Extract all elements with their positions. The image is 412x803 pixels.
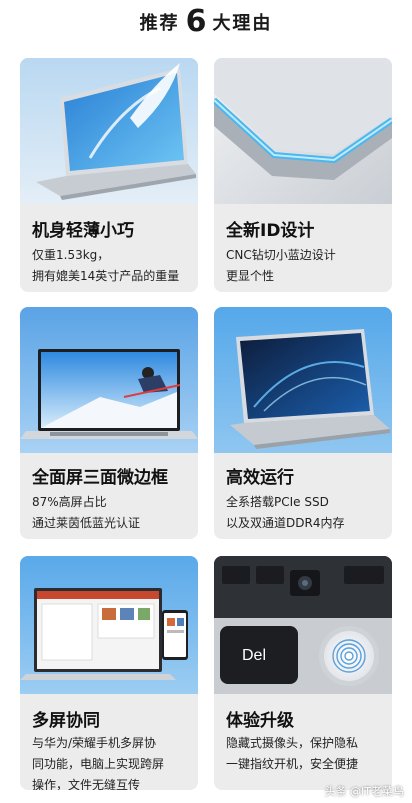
card-line: 操作，文件无缝互传 [32, 778, 141, 790]
card-title: 多屏协同 [32, 711, 100, 731]
card-line: 以及双通道DDR4内存 [226, 516, 345, 530]
card-line: 隐藏式摄像头，保护隐私 [226, 736, 359, 750]
keyboard-fingerprint-image: Del [214, 556, 392, 694]
card-line: 仅重1.53kg， [32, 248, 110, 262]
watermark: 头条 @IT老菜鸟 [324, 785, 404, 798]
page-header: 推荐 6 大理由 [0, 0, 412, 44]
blue-edge-image [214, 58, 392, 204]
card-line: CNC钻切小蓝边设计 [226, 248, 336, 262]
card-line: 更显个性 [226, 269, 275, 283]
card-line: 拥有媲美14英寸产品的重量 [32, 269, 180, 283]
card-title: 体验升级 [226, 711, 294, 731]
card-title: 全面屏三面微边框 [32, 468, 168, 488]
feature-card-id-design: 全新ID设计 CNC钻切小蓝边设计 更显个性 [214, 58, 392, 292]
laptop-feather-image [20, 58, 198, 204]
card-title: 机身轻薄小巧 [32, 221, 134, 241]
feature-card-lightweight: 机身轻薄小巧 仅重1.53kg， 拥有媲美14英寸产品的重量 [20, 58, 198, 292]
del-key-label: Del [242, 647, 266, 664]
header-number: 6 [185, 4, 207, 39]
feature-card-performance: 高效运行 全系搭载PCIe SSD 以及双通道DDR4内存 [214, 307, 392, 539]
card-line: 87%高屏占比 [32, 495, 107, 509]
card-line: 同功能，电脑上实现跨屏 [32, 757, 165, 771]
card-title: 高效运行 [226, 468, 294, 488]
feature-card-experience: Del 体验升级 隐藏式摄像头，保护隐私 一键指纹开机，安全便捷 [214, 556, 392, 790]
feature-card-fullscreen: 全面屏三面微边框 87%高屏占比 通过莱茵低蓝光认证 [20, 307, 198, 539]
header-suffix: 大理由 [212, 13, 273, 34]
card-line: 与华为/荣耀手机多屏协 [32, 736, 157, 750]
card-title: 全新ID设计 [226, 221, 315, 241]
feature-card-multiscreen: 多屏协同 与华为/荣耀手机多屏协 同功能，电脑上实现跨屏 操作，文件无缝互传 [20, 556, 198, 790]
laptop-wave-image [214, 307, 392, 453]
laptop-skier-image [20, 307, 198, 453]
card-line: 一键指纹开机，安全便捷 [226, 757, 359, 771]
multiscreen-image [20, 556, 198, 694]
card-line: 全系搭载PCIe SSD [226, 495, 329, 509]
card-line: 通过莱茵低蓝光认证 [32, 516, 141, 530]
header-prefix: 推荐 [139, 13, 180, 34]
